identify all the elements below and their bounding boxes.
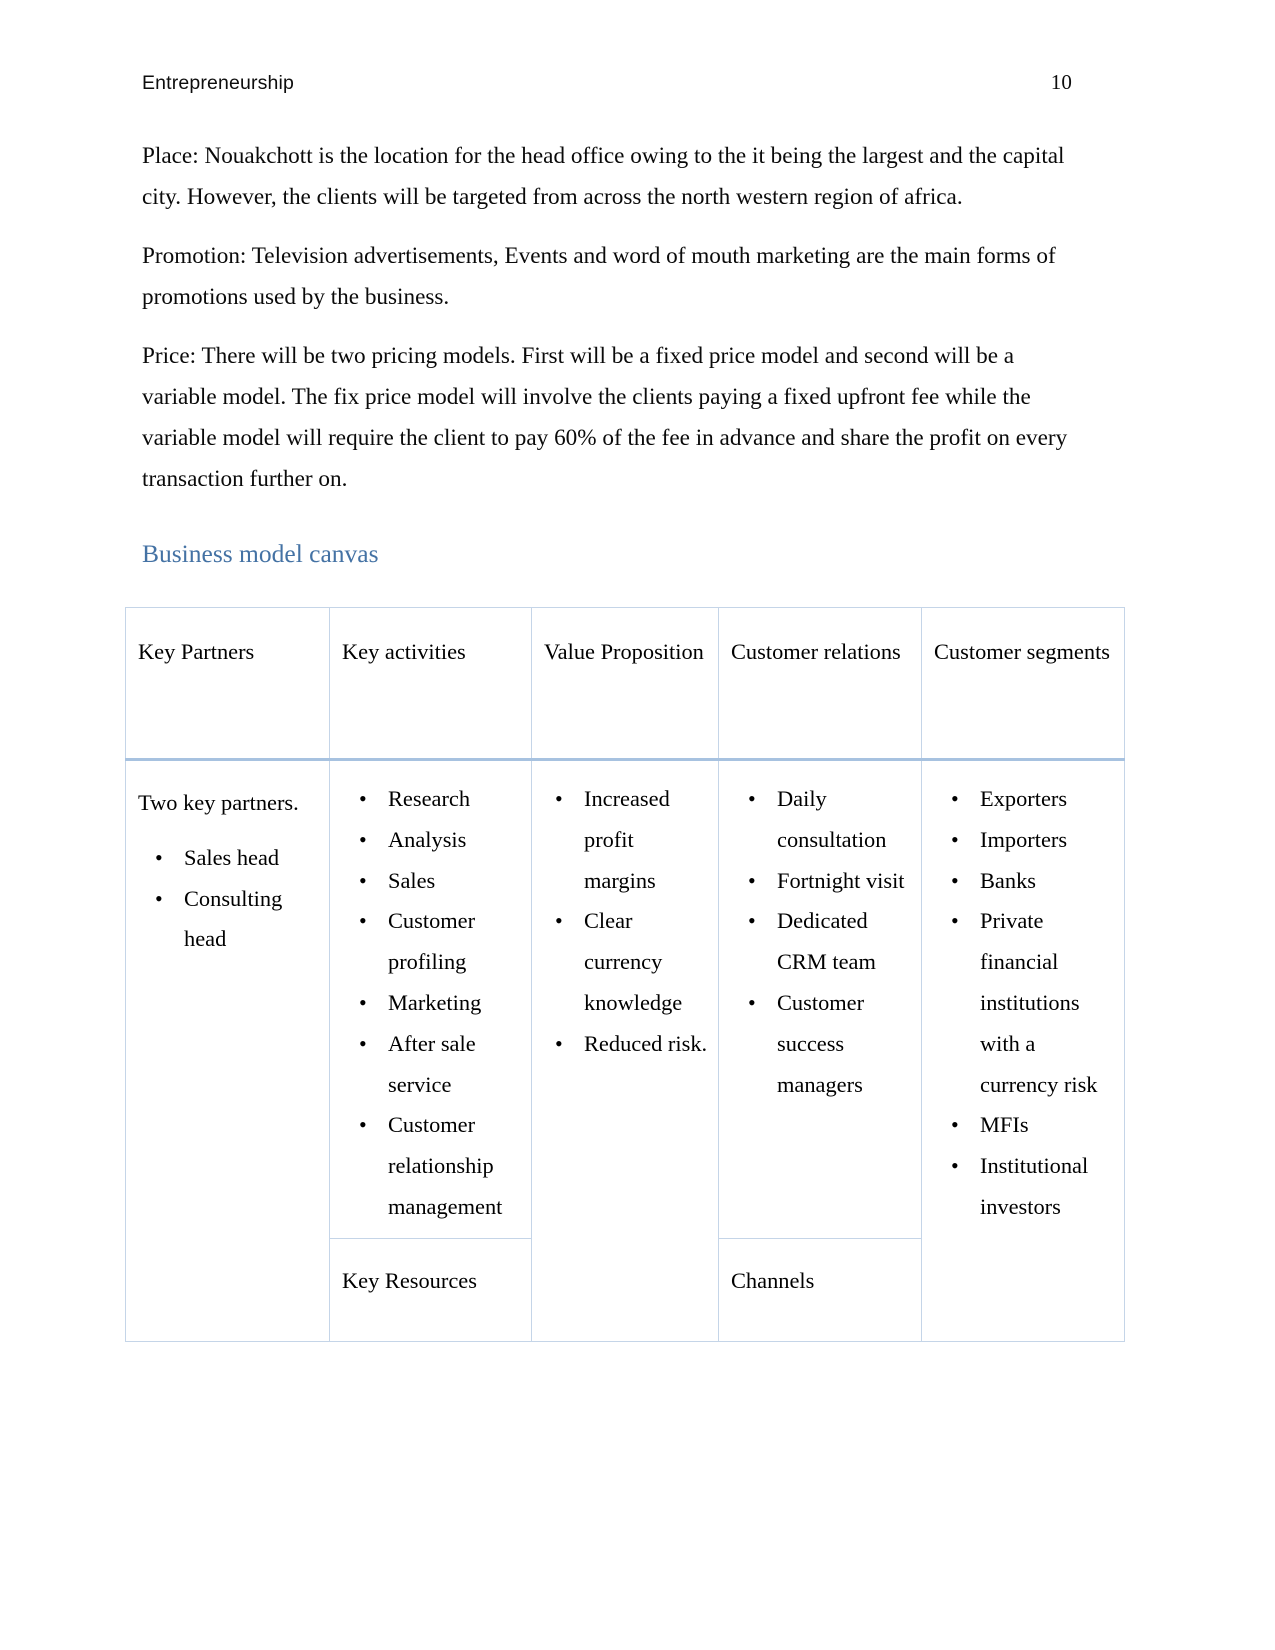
- list-item: Reduced risk.: [555, 1024, 710, 1065]
- list-item: Increased profit margins: [555, 779, 710, 901]
- subheader-label-key-resources: Key Resources: [342, 1267, 477, 1293]
- cell-key-resources: Key Resources: [329, 1237, 532, 1342]
- cell-key-partners: Two key partners. Sales head Consulting …: [125, 759, 330, 1342]
- list-item: MFIs: [951, 1105, 1116, 1146]
- header-cell-customer-segments: Customer segments: [921, 607, 1125, 761]
- list-item: Marketing: [359, 983, 523, 1024]
- list-item: Customer relationship management: [359, 1105, 523, 1227]
- key-partners-lead: Two key partners.: [138, 790, 299, 815]
- cell-value-proposition: Increased profit margins Clear currency …: [531, 759, 719, 1342]
- header-label-value-proposition: Value Proposition: [544, 639, 704, 664]
- cell-key-activities: Research Analysis Sales Customer profili…: [329, 759, 532, 1239]
- list-item: Private financial institutions with a cu…: [951, 901, 1116, 1105]
- list-item: Banks: [951, 861, 1116, 902]
- list-item: Fortnight visit: [748, 861, 913, 902]
- paragraph-promotion: Promotion: Television advertisements, Ev…: [142, 243, 1056, 310]
- business-model-canvas-table: Key Partners Key activities Value Propos…: [125, 607, 1125, 1342]
- header-label-customer-segments: Customer segments: [934, 639, 1110, 664]
- table-content-row: Two key partners. Sales head Consulting …: [125, 759, 1125, 1342]
- list-item: Analysis: [359, 820, 523, 861]
- list-item: Sales head: [155, 838, 321, 879]
- list-item: Customer profiling: [359, 901, 523, 983]
- header-cell-key-activities: Key activities: [329, 607, 532, 761]
- list-item: Research: [359, 779, 523, 820]
- header-cell-value-proposition: Value Proposition: [531, 607, 719, 761]
- list-item: Exporters: [951, 779, 1116, 820]
- list-item: Sales: [359, 861, 523, 902]
- list-item: Clear currency knowledge: [555, 901, 710, 1023]
- list-item: Dedicated CRM team: [748, 901, 913, 983]
- value-proposition-list: Increased profit margins Clear currency …: [544, 779, 710, 1065]
- list-item: After sale service: [359, 1024, 523, 1106]
- key-partners-list: Sales head Consulting head: [138, 838, 321, 960]
- list-item: Daily consultation: [748, 779, 913, 861]
- document-page: Entrepreneurship 10 Place: Nouakchott is…: [0, 0, 1275, 1650]
- customer-relations-list: Daily consultation Fortnight visit Dedic…: [731, 779, 913, 1105]
- cell-customer-relations: Daily consultation Fortnight visit Dedic…: [718, 759, 922, 1239]
- page-title: Business model canvas: [142, 539, 379, 568]
- table-header-row: Key Partners Key activities Value Propos…: [125, 607, 1125, 761]
- body-text-block: Place: Nouakchott is the location for th…: [142, 136, 1072, 518]
- header-cell-key-partners: Key Partners: [125, 607, 330, 761]
- header-label-key-activities: Key activities: [342, 639, 466, 664]
- header-title: Entrepreneurship: [142, 72, 294, 94]
- header-label-customer-relations: Customer relations: [731, 639, 901, 664]
- subheader-label-channels: Channels: [731, 1267, 815, 1293]
- page-number: 10: [1050, 70, 1072, 94]
- list-item: Institutional investors: [951, 1146, 1116, 1228]
- key-activities-list: Research Analysis Sales Customer profili…: [342, 779, 523, 1228]
- header-label-key-partners: Key Partners: [138, 639, 255, 664]
- list-item: Consulting head: [155, 879, 321, 961]
- paragraph-price: Price: There will be two pricing models.…: [142, 343, 1068, 492]
- document-header: Entrepreneurship 10: [142, 70, 1072, 95]
- list-item: Customer success managers: [748, 983, 913, 1105]
- list-item: Importers: [951, 820, 1116, 861]
- cell-channels: Channels: [718, 1237, 922, 1342]
- customer-segments-list: Exporters Importers Banks Private financ…: [934, 779, 1116, 1228]
- cell-customer-segments: Exporters Importers Banks Private financ…: [921, 759, 1125, 1342]
- header-cell-customer-relations: Customer relations: [718, 607, 922, 761]
- paragraph-place: Place: Nouakchott is the location for th…: [142, 143, 1065, 210]
